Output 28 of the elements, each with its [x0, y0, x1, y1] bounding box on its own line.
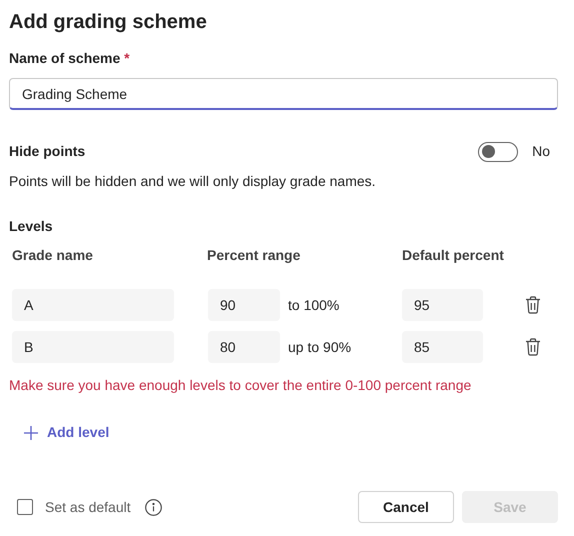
- toggle-switch[interactable]: [478, 142, 518, 162]
- checkbox-label: Set as default: [45, 498, 131, 516]
- column-header: Default percent: [402, 246, 505, 265]
- toggle-state-text: No: [532, 142, 550, 161]
- percent-input[interactable]: 80: [208, 331, 280, 363]
- delete-icon[interactable]: [525, 338, 541, 356]
- column-header: Percent range: [207, 246, 302, 265]
- name-input[interactable]: Grading Scheme: [9, 78, 558, 110]
- default-percent-input[interactable]: 85: [402, 331, 483, 363]
- field-label: Name of scheme *: [9, 49, 131, 67]
- delete-icon[interactable]: [525, 296, 541, 314]
- default-percent-input[interactable]: 95: [402, 289, 483, 321]
- hide-points-label: Hide points: [9, 142, 86, 161]
- dialog-title: Add grading scheme: [9, 10, 208, 35]
- add-level-button[interactable]: Add level: [23, 422, 110, 443]
- percent-input[interactable]: 90: [208, 289, 280, 321]
- plus-icon: [23, 424, 39, 440]
- grade-name-input[interactable]: A: [12, 289, 174, 321]
- checkbox[interactable]: [17, 499, 33, 515]
- info-icon[interactable]: [144, 498, 162, 516]
- range-text: to 100%: [288, 296, 340, 314]
- error-message: Make sure you have enough levels to cover the entire 0-100 percent range: [9, 376, 472, 395]
- range-text: up to 90%: [288, 338, 352, 357]
- dialog-button[interactable]: Cancel: [358, 491, 454, 523]
- levels-heading: Levels: [9, 217, 54, 236]
- column-header: Grade name: [12, 246, 94, 265]
- description-text: Points will be hidden and we will only display grade names.: [9, 172, 377, 190]
- grade-name-input[interactable]: B: [12, 331, 174, 363]
